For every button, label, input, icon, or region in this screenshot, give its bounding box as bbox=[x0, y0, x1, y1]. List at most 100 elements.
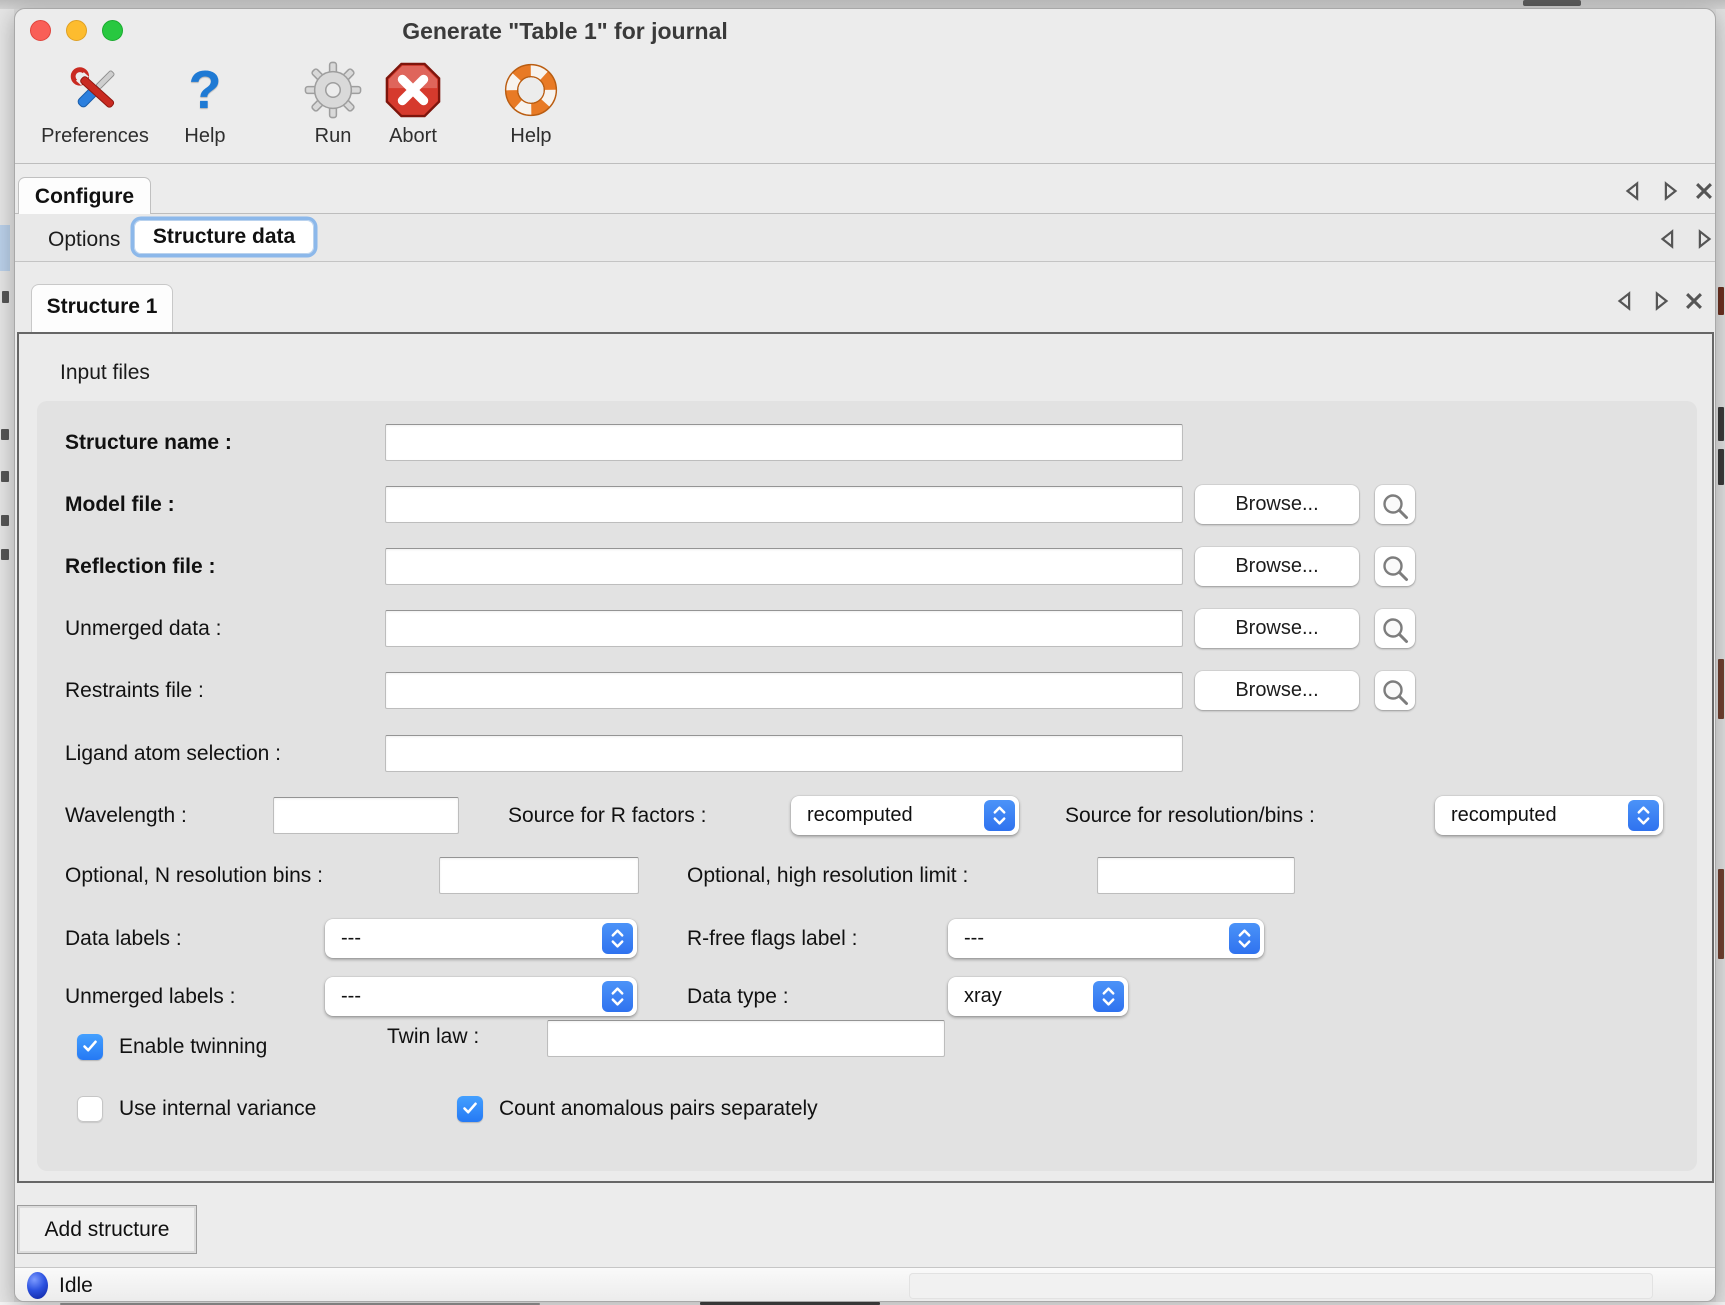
structure-form-panel: Input files Structure name : Model file … bbox=[17, 332, 1714, 1183]
structure-name-label: Structure name : bbox=[65, 430, 232, 456]
run-button[interactable]: Run bbox=[295, 61, 371, 148]
enable-twinning-checkbox[interactable] bbox=[77, 1034, 103, 1060]
checkmark-icon bbox=[462, 1101, 478, 1115]
model-file-search-button[interactable] bbox=[1375, 485, 1415, 524]
model-file-input[interactable] bbox=[385, 486, 1183, 523]
unmerged-data-browse-button[interactable]: Browse... bbox=[1195, 609, 1359, 648]
magnifier-icon bbox=[1379, 552, 1411, 584]
help2-label: Help bbox=[489, 125, 573, 148]
background-window-fragment bbox=[2, 291, 9, 303]
enable-twinning-label: Enable twinning bbox=[119, 1034, 267, 1060]
background-window-fragment bbox=[1718, 287, 1724, 315]
app-window: Generate "Table 1" for journal Preferenc… bbox=[14, 8, 1716, 1302]
status-sphere-icon bbox=[27, 1272, 48, 1299]
add-structure-button[interactable]: Add structure bbox=[17, 1205, 197, 1254]
data-type-value: xray bbox=[964, 985, 1002, 1007]
tab-scroll-right-button[interactable] bbox=[1657, 180, 1683, 202]
rfree-flags-value: --- bbox=[964, 927, 984, 949]
magnifier-icon bbox=[1379, 614, 1411, 646]
high-resolution-limit-input[interactable] bbox=[1097, 857, 1295, 894]
structure-tab-row: Structure 1 bbox=[15, 262, 1715, 332]
help-button-2[interactable]: Help bbox=[489, 61, 573, 148]
gear-icon bbox=[304, 61, 362, 119]
unmerged-labels-dropdown[interactable]: --- bbox=[325, 977, 637, 1016]
updown-chevron-icon bbox=[1093, 981, 1124, 1012]
checkmark-icon bbox=[82, 1039, 98, 1053]
rfree-flags-label: R-free flags label : bbox=[687, 926, 857, 952]
background-window-fragment bbox=[1523, 0, 1581, 6]
reflection-file-input[interactable] bbox=[385, 548, 1183, 585]
subtab-scroll-left-button[interactable] bbox=[1655, 228, 1681, 250]
updown-chevron-icon bbox=[602, 923, 633, 954]
structure-tab-scroll-right-button[interactable] bbox=[1648, 290, 1674, 312]
background-window-left-sliver bbox=[0, 9, 14, 1302]
preferences-label: Preferences bbox=[33, 125, 157, 148]
help-button[interactable]: ? Help bbox=[167, 61, 243, 148]
wavelength-input[interactable] bbox=[273, 797, 459, 834]
configure-tab-row: Configure bbox=[15, 164, 1715, 214]
structure-tab-close-button[interactable] bbox=[1681, 290, 1707, 312]
background-window-fragment bbox=[1, 515, 9, 526]
magnifier-icon bbox=[1379, 676, 1411, 708]
ligand-atom-selection-label: Ligand atom selection : bbox=[65, 741, 281, 767]
run-label: Run bbox=[295, 125, 371, 148]
count-anomalous-checkbox[interactable] bbox=[457, 1096, 483, 1122]
twin-law-input[interactable] bbox=[547, 1020, 945, 1057]
subtab-row: Options Structure data bbox=[15, 214, 1715, 262]
background-window-fragment bbox=[1718, 407, 1724, 441]
source-r-factors-value: recomputed bbox=[807, 804, 913, 826]
structure-tab-scroll-left-button[interactable] bbox=[1612, 290, 1638, 312]
n-resolution-bins-input[interactable] bbox=[439, 857, 639, 894]
source-resolution-bins-label: Source for resolution/bins : bbox=[1065, 803, 1315, 829]
source-resolution-bins-value: recomputed bbox=[1451, 804, 1557, 826]
unmerged-labels-label: Unmerged labels : bbox=[65, 984, 235, 1010]
unmerged-labels-value: --- bbox=[341, 985, 361, 1007]
use-internal-variance-checkbox[interactable] bbox=[77, 1096, 103, 1122]
unmerged-data-label: Unmerged data : bbox=[65, 616, 221, 642]
reflection-file-search-button[interactable] bbox=[1375, 547, 1415, 586]
rfree-flags-dropdown[interactable]: --- bbox=[948, 919, 1264, 958]
question-mark-icon: ? bbox=[176, 61, 234, 119]
restraints-file-search-button[interactable] bbox=[1375, 671, 1415, 710]
source-resolution-bins-dropdown[interactable]: recomputed bbox=[1435, 796, 1663, 835]
updown-chevron-icon bbox=[1229, 923, 1260, 954]
window-title: Generate "Table 1" for journal bbox=[15, 18, 1115, 45]
unmerged-data-search-button[interactable] bbox=[1375, 609, 1415, 648]
restraints-file-input[interactable] bbox=[385, 672, 1183, 709]
model-file-label: Model file : bbox=[65, 492, 175, 518]
high-resolution-limit-label: Optional, high resolution limit : bbox=[687, 863, 968, 889]
unmerged-data-input[interactable] bbox=[385, 610, 1183, 647]
restraints-file-label: Restraints file : bbox=[65, 678, 204, 704]
reflection-file-browse-button[interactable]: Browse... bbox=[1195, 547, 1359, 586]
model-file-browse-button[interactable]: Browse... bbox=[1195, 485, 1359, 524]
updown-chevron-icon bbox=[602, 981, 633, 1012]
tab-close-button[interactable] bbox=[1691, 180, 1716, 202]
tab-structure-1[interactable]: Structure 1 bbox=[31, 284, 173, 332]
n-resolution-bins-label: Optional, N resolution bins : bbox=[65, 863, 323, 889]
updown-chevron-icon bbox=[984, 800, 1015, 831]
ligand-atom-selection-input[interactable] bbox=[385, 735, 1183, 772]
data-type-dropdown[interactable]: xray bbox=[948, 977, 1128, 1016]
reflection-file-label: Reflection file : bbox=[65, 554, 216, 580]
status-bar: Idle bbox=[15, 1267, 1715, 1302]
use-internal-variance-label: Use internal variance bbox=[119, 1096, 316, 1122]
wavelength-label: Wavelength : bbox=[65, 803, 187, 829]
tab-structure-data[interactable]: Structure data bbox=[134, 220, 314, 254]
source-r-factors-dropdown[interactable]: recomputed bbox=[791, 796, 1019, 835]
subtab-scroll-right-button[interactable] bbox=[1691, 228, 1716, 250]
preferences-button[interactable]: Preferences bbox=[33, 61, 157, 148]
background-window-fragment bbox=[1718, 659, 1724, 719]
background-window-fragment bbox=[1718, 449, 1724, 485]
tab-scroll-left-button[interactable] bbox=[1620, 180, 1646, 202]
tab-configure[interactable]: Configure bbox=[18, 177, 151, 214]
background-window-right-sliver bbox=[1716, 9, 1725, 1302]
abort-label: Abort bbox=[371, 125, 455, 148]
tab-options[interactable]: Options bbox=[34, 222, 134, 258]
lifebuoy-icon bbox=[502, 61, 560, 119]
data-labels-dropdown[interactable]: --- bbox=[325, 919, 637, 958]
structure-name-input[interactable] bbox=[385, 424, 1183, 461]
abort-button[interactable]: Abort bbox=[371, 61, 455, 148]
background-window-fragment bbox=[0, 225, 10, 271]
data-type-label: Data type : bbox=[687, 984, 789, 1010]
restraints-file-browse-button[interactable]: Browse... bbox=[1195, 671, 1359, 710]
